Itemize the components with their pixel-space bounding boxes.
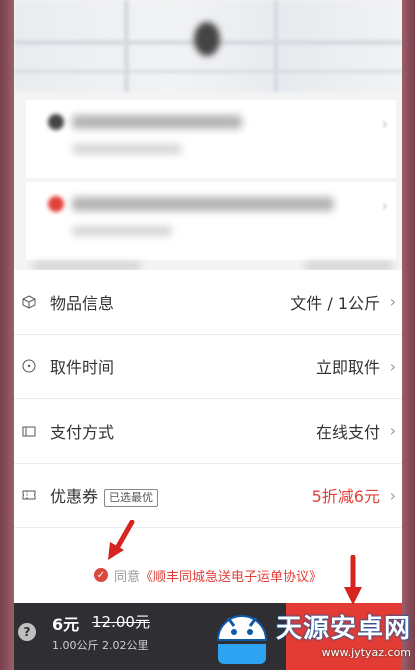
- blurred-order-header: › ›: [14, 0, 402, 275]
- annotation-arrow-icon: [344, 555, 362, 605]
- row-value: 5折减6元: [311, 487, 380, 507]
- row-value: 立即取件: [315, 358, 380, 378]
- chevron-right-icon: ›: [389, 292, 396, 312]
- card-icon: [20, 422, 38, 440]
- agree-prefix: 同意: [113, 569, 140, 585]
- row-label: 物品信息: [50, 293, 115, 313]
- receiver-dot-icon: [48, 196, 64, 212]
- agreement-link[interactable]: 《顺丰同城急送电子运单协议》: [140, 566, 322, 585]
- receiver-address-card[interactable]: ›: [26, 182, 396, 260]
- row-coupon[interactable]: 优惠券 已选最优 5折减6元 ›: [14, 464, 402, 528]
- chevron-right-icon: ›: [389, 421, 396, 441]
- package-icon: [20, 293, 38, 311]
- price: 6元: [52, 615, 80, 634]
- android-logo-icon: [216, 615, 268, 664]
- blurred-note: [32, 262, 142, 270]
- sender-address-card[interactable]: ›: [26, 100, 396, 178]
- sender-dot-icon: [48, 114, 64, 130]
- help-icon[interactable]: ?: [18, 623, 36, 641]
- coupon-label: 优惠券: [50, 487, 99, 507]
- watermark-url: www.jytyaz.com: [321, 645, 412, 659]
- frame-right: [402, 0, 415, 670]
- chevron-right-icon: ›: [381, 196, 388, 215]
- chevron-right-icon: ›: [389, 485, 396, 505]
- site-watermark: 天源安卓网 www.jytyaz.com: [212, 605, 412, 667]
- frame-left: [0, 0, 14, 670]
- blurred-note: [304, 262, 394, 270]
- chevron-right-icon: ›: [389, 356, 396, 376]
- map-view[interactable]: [14, 0, 402, 92]
- order-options-list: 物品信息 文件 / 1公斤 › 取件时间 立即取件 › 支付方式 在线支付 › …: [14, 270, 402, 528]
- row-label: 支付方式: [50, 422, 115, 442]
- best-selected-badge: 已选最优: [104, 488, 159, 507]
- agree-checkbox[interactable]: ✓: [93, 568, 108, 582]
- original-price: 12.00元: [92, 613, 150, 631]
- map-pin-icon: [194, 22, 220, 56]
- row-label: 优惠券 已选最优: [50, 483, 159, 507]
- chevron-right-icon: ›: [381, 114, 388, 133]
- row-pickup-time[interactable]: 取件时间 立即取件 ›: [14, 335, 402, 399]
- row-value: 文件 / 1公斤: [290, 293, 380, 313]
- row-payment-method[interactable]: 支付方式 在线支付 ›: [14, 399, 402, 464]
- weight-distance: 1.00公斤 2.02公里: [52, 639, 149, 652]
- annotation-arrow-icon: [108, 520, 135, 560]
- ticket-icon: [20, 486, 38, 504]
- row-item-info[interactable]: 物品信息 文件 / 1公斤 ›: [14, 270, 402, 335]
- row-value: 在线支付: [315, 422, 380, 442]
- clock-icon: [20, 357, 38, 375]
- watermark-title: 天源安卓网: [276, 613, 412, 644]
- row-label: 取件时间: [50, 358, 115, 378]
